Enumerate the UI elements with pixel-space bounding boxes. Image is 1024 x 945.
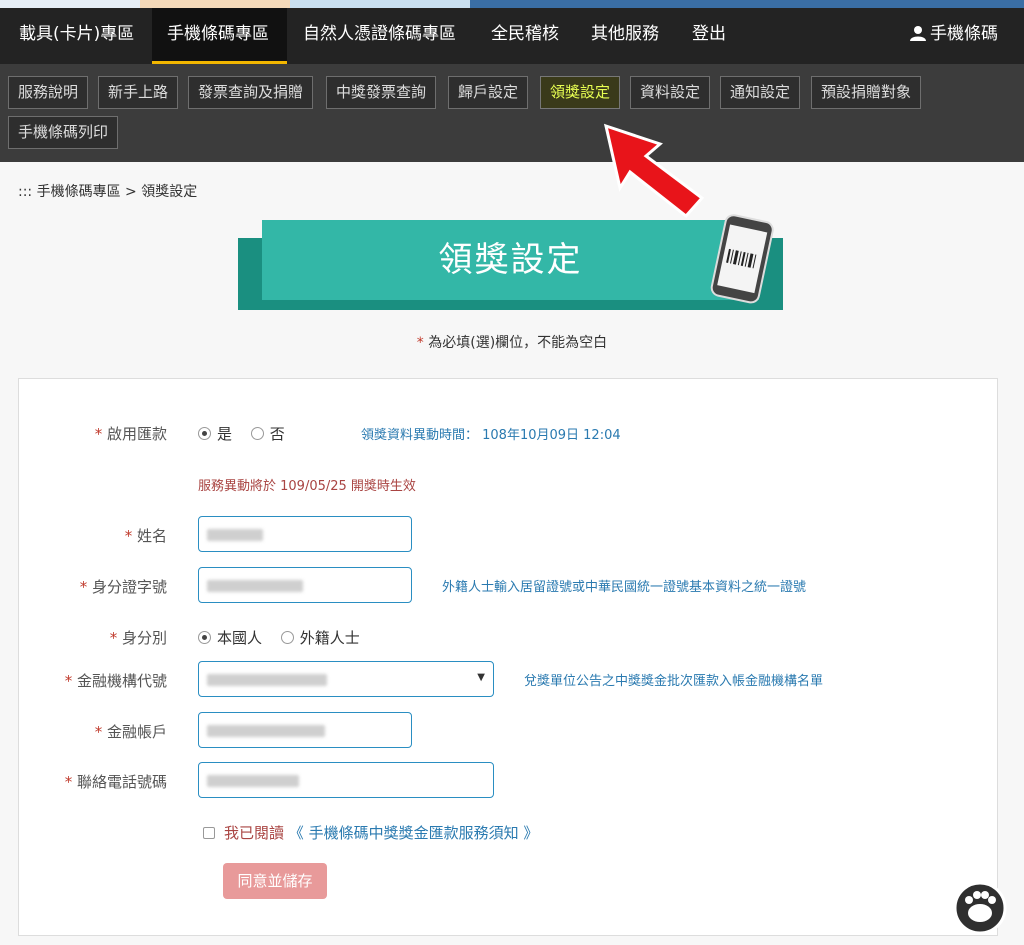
name-label: * 姓名 xyxy=(124,527,167,545)
required-note: * 為必填(選)欄位，不能為空白 xyxy=(416,335,608,351)
service-terms-link[interactable]: 《 手機條碼中獎獎金匯款服務須知 》 xyxy=(289,824,539,842)
user-icon xyxy=(910,26,926,41)
agree-read-label: 我已閱讀 xyxy=(224,824,285,842)
main-navbar: 載具(卡片)專區 手機條碼專區 自然人憑證條碼專區 全民稽核 其他服務 登出 手… xyxy=(0,8,1024,64)
bank-account-field[interactable] xyxy=(198,712,412,748)
nav-mobile-barcode[interactable]: 手機條碼專區 xyxy=(152,8,287,64)
user-menu[interactable]: 手機條碼 xyxy=(910,8,998,64)
radio-icon xyxy=(198,427,211,440)
tab-winning-query[interactable]: 中獎發票查詢 xyxy=(326,76,437,109)
identity-label: * 身分別 xyxy=(109,629,167,647)
tab-notification-settings[interactable]: 通知設定 xyxy=(720,76,801,109)
tab-invoice-query-donate[interactable]: 發票查詢及捐贈 xyxy=(188,76,314,109)
phone-barcode-icon xyxy=(710,214,774,304)
agree-row: 我已閱讀 《 手機條碼中獎獎金匯款服務須知 》 xyxy=(203,822,538,843)
id-number-label: * 身分證字號 xyxy=(79,578,167,596)
id-number-field[interactable] xyxy=(198,567,412,603)
enable-remit-no[interactable]: 否 xyxy=(250,425,285,443)
user-label: 手機條碼 xyxy=(930,24,998,44)
bank-account-label: * 金融帳戶 xyxy=(94,723,167,741)
radio-icon xyxy=(250,427,264,440)
identity-radio-group: 本國人 外籍人士 xyxy=(198,627,374,648)
bank-code-select[interactable]: ▼ xyxy=(198,661,494,697)
paw-logo-icon xyxy=(953,881,1007,935)
caret-down-icon: ▼ xyxy=(477,672,485,683)
bank-code-label: * 金融機構代號 xyxy=(64,672,167,690)
enable-remit-radio-group: 是 否 xyxy=(198,423,299,444)
nav-public-audit[interactable]: 全民稽核 xyxy=(476,8,574,64)
tab-barcode-print[interactable]: 手機條碼列印 xyxy=(8,116,119,149)
page-banner: 領獎設定 xyxy=(238,214,783,312)
nav-logout[interactable]: 登出 xyxy=(677,8,741,64)
phone-label: * 聯絡電話號碼 xyxy=(64,773,167,791)
tab-prize-settings[interactable]: 領獎設定 xyxy=(540,76,621,109)
agree-checkbox[interactable] xyxy=(203,827,215,839)
tab-default-donation[interactable]: 預設捐贈對象 xyxy=(811,76,922,109)
red-pointer-arrow-icon xyxy=(603,123,705,219)
form-panel: * 啟用匯款 是 否 領獎資料異動時間： 108年10月09日 12:04 服務… xyxy=(18,378,998,936)
identity-foreign[interactable]: 外籍人士 xyxy=(280,629,360,647)
agree-and-save-button[interactable]: 同意並儲存 xyxy=(223,863,327,899)
breadcrumb: ::: 手機條碼專區 > 領獎設定 xyxy=(18,184,198,200)
top-decor-strip xyxy=(0,0,1024,8)
updated-time-text: 領獎資料異動時間： 108年10月09日 12:04 xyxy=(361,428,621,443)
tab-carrier-binding[interactable]: 歸戶設定 xyxy=(448,76,529,109)
nav-citizen-certificate[interactable]: 自然人憑證條碼專區 xyxy=(288,8,471,64)
name-field[interactable] xyxy=(198,516,412,552)
enable-remit-label: * 啟用匯款 xyxy=(94,425,167,443)
enable-remit-yes[interactable]: 是 xyxy=(198,425,232,443)
page-title: 領獎設定 xyxy=(438,240,583,280)
service-change-notice: 服務異動將於 109/05/25 開獎時生效 xyxy=(198,479,416,494)
id-number-hint: 外籍人士輸入居留證號或中華民國統一證號基本資料之統一證號 xyxy=(442,580,807,595)
bank-code-hint: 兌獎單位公告之中獎獎金批次匯款入帳金融機構名單 xyxy=(524,674,824,689)
sub-navbar: 服務說明 新手上路 發票查詢及捐贈 中獎發票查詢 歸戶設定 領獎設定 資料設定 … xyxy=(0,64,1024,162)
radio-icon xyxy=(280,631,294,644)
tab-service-intro[interactable]: 服務說明 xyxy=(8,76,89,109)
nav-other-services[interactable]: 其他服務 xyxy=(576,8,674,64)
tab-data-settings[interactable]: 資料設定 xyxy=(630,76,711,109)
identity-local[interactable]: 本國人 xyxy=(198,629,262,647)
tab-getting-started[interactable]: 新手上路 xyxy=(98,76,179,109)
nav-carrier-card[interactable]: 載具(卡片)專區 xyxy=(4,8,149,64)
phone-field[interactable] xyxy=(198,762,494,798)
radio-icon xyxy=(198,631,211,644)
